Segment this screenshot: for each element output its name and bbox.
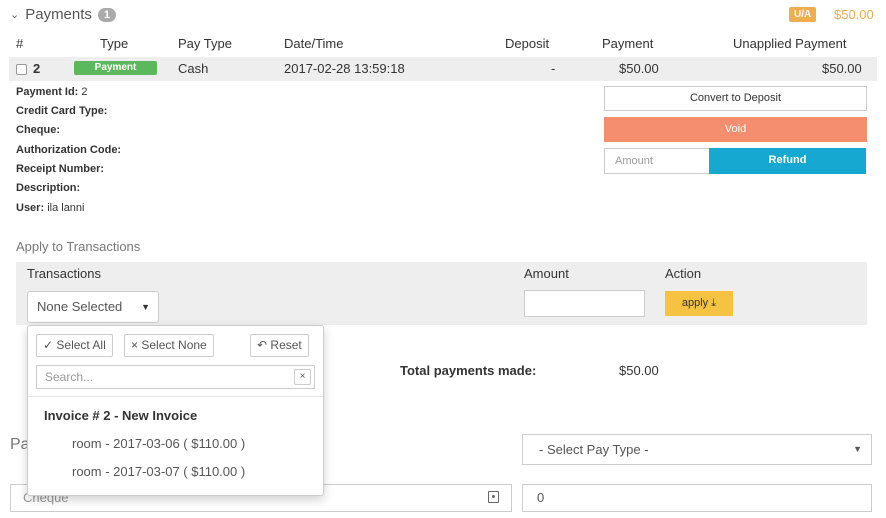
refund-button[interactable]: Refund (709, 148, 866, 174)
transactions-header: Transactions (27, 266, 101, 281)
caret-down-icon: ▼ (141, 302, 150, 312)
payment-type-badge: Payment (74, 61, 157, 75)
header-pay-type: Pay Type (178, 36, 232, 51)
payment-amount-input[interactable]: 0 (522, 484, 872, 512)
header-payment: Payment (602, 36, 654, 51)
reset-label: Reset (270, 338, 302, 352)
id-card-icon (488, 491, 499, 503)
close-icon: × (131, 338, 139, 352)
row-id: 2 (33, 61, 41, 76)
upload-icon: ⤓ (711, 297, 717, 309)
apply-button-label: apply (681, 297, 709, 309)
transactions-multiselect[interactable]: None Selected ▼ (27, 291, 159, 323)
clear-search-button[interactable]: × (294, 369, 311, 385)
pay-type-select-value: - Select Pay Type - (539, 442, 649, 457)
dropdown-divider (28, 396, 323, 397)
apply-button[interactable]: apply ⤓ (665, 291, 733, 316)
detail-authorization-code: Authorization Code: (16, 144, 122, 156)
header-datetime: Date/Time (284, 36, 344, 51)
undo-icon: ↶ (257, 338, 268, 352)
total-payments-label: Total payments made: (400, 363, 537, 378)
amount-header: Amount (524, 266, 569, 281)
void-button[interactable]: Void (604, 117, 867, 142)
select-all-label: Select All (56, 338, 106, 352)
multiselect-search-input[interactable]: Search... × (36, 365, 315, 389)
header-unapplied-payment: Unapplied Payment (733, 36, 847, 51)
detail-description: Description: (16, 182, 81, 194)
convert-to-deposit-button[interactable]: Convert to Deposit (604, 86, 867, 111)
pay-type-select[interactable]: - Select Pay Type - ▼ (522, 434, 872, 465)
transaction-option[interactable]: room - 2017-03-07 ( $110.00 ) (72, 464, 245, 479)
detail-user: User: ila lanni (16, 202, 85, 214)
total-payments-amount: $50.00 (619, 363, 659, 378)
row-pay-type: Cash (178, 61, 209, 76)
select-none-label: Select None (141, 338, 207, 352)
unapplied-badge: U/A (789, 7, 817, 22)
select-arrow-icon: ▼ (853, 444, 862, 454)
detail-receipt-number: Receipt Number: (16, 163, 105, 175)
reset-button[interactable]: ↶ Reset (250, 334, 309, 357)
detail-credit-card-type: Credit Card Type: (16, 105, 108, 117)
row-deposit: - (551, 61, 556, 76)
multiselect-value: None Selected (37, 299, 123, 314)
row-datetime: 2017-02-28 13:59:18 (284, 61, 405, 76)
apply-section-title: Apply to Transactions (16, 239, 141, 254)
row-unapplied: $50.00 (822, 61, 862, 76)
checkmark-icon: ✓ (43, 338, 54, 352)
row-checkbox[interactable] (16, 64, 27, 75)
detail-payment-id: Payment Id: 2 (16, 86, 88, 98)
chevron-down-icon[interactable]: ⌄ (10, 8, 19, 21)
detail-cheque: Cheque: (16, 124, 60, 136)
invoice-group-label: Invoice # 2 - New Invoice (44, 408, 198, 423)
header-type: Type (100, 36, 129, 51)
select-none-button[interactable]: × Select None (124, 334, 214, 357)
action-header: Action (665, 266, 702, 281)
unapplied-total: $50.00 (834, 7, 874, 22)
payments-count-badge: 1 (97, 7, 117, 22)
header-number: # (16, 36, 24, 51)
refund-amount-input[interactable]: Amount (604, 148, 710, 174)
search-placeholder: Search... (45, 370, 94, 384)
section-title: Payments (25, 6, 92, 23)
apply-amount-input[interactable] (524, 290, 645, 317)
transaction-option[interactable]: room - 2017-03-06 ( $110.00 ) (72, 436, 245, 451)
row-payment: $50.00 (619, 61, 659, 76)
select-all-button[interactable]: ✓ Select All (36, 334, 113, 357)
header-deposit: Deposit (505, 36, 550, 51)
payments-section-header[interactable]: ⌄ Payments 1 (10, 6, 117, 23)
